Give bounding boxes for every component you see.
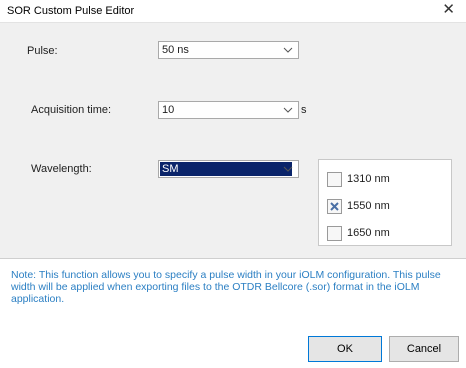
wavelength-dropdown[interactable]: SM — [158, 160, 299, 178]
window-title: SOR Custom Pulse Editor — [7, 5, 135, 17]
checkbox-1550nm[interactable] — [327, 199, 342, 214]
close-icon[interactable]: ✕ — [442, 2, 455, 18]
acquisition-time-value: 10 — [162, 104, 175, 116]
title-bar: SOR Custom Pulse Editor ✕ — [0, 0, 466, 22]
wavelength-value: SM — [160, 162, 292, 176]
footer: Note: This function allows you to specif… — [0, 258, 466, 368]
wavelength-label: Wavelength: — [31, 163, 92, 175]
checkbox-1650nm-label: 1650 nm — [347, 227, 390, 239]
acquisition-time-label: Acquisition time: — [31, 104, 112, 116]
pulse-label: Pulse: — [27, 45, 58, 57]
checkbox-1310nm[interactable] — [327, 172, 342, 187]
chevron-down-icon — [283, 161, 293, 177]
chevron-down-icon — [283, 42, 293, 58]
acquisition-time-dropdown[interactable]: 10 — [158, 101, 299, 119]
checkbox-1310nm-label: 1310 nm — [347, 173, 390, 185]
check-x-icon — [330, 202, 339, 211]
chevron-down-icon — [283, 102, 293, 118]
ok-button[interactable]: OK — [308, 336, 382, 362]
cancel-button[interactable]: Cancel — [389, 336, 459, 362]
checkbox-1650nm[interactable] — [327, 226, 342, 241]
note-text: Note: This function allows you to specif… — [11, 269, 441, 305]
checkbox-1550nm-label: 1550 nm — [347, 200, 390, 212]
pulse-dropdown[interactable]: 50 ns — [158, 41, 299, 59]
pulse-value: 50 ns — [162, 44, 189, 56]
acquisition-time-unit: s — [301, 104, 307, 116]
